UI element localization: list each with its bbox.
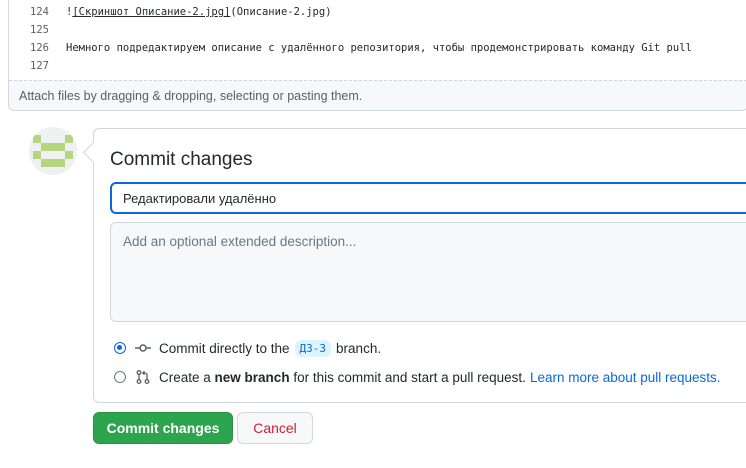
commit-changes-button[interactable]: Commit changes <box>93 412 233 444</box>
image-link-target: (Описание-2.jpg) <box>230 6 332 18</box>
git-commit-icon <box>135 340 151 356</box>
branch-name-badge: ДЗ-3 <box>294 339 332 357</box>
line-number: 125 <box>30 24 49 36</box>
line-content: ![Скриншот Описание-2.jpg](Описание-2.jp… <box>66 6 332 18</box>
code-line: 127 <box>9 58 746 76</box>
line-number: 126 <box>30 42 49 54</box>
image-link-text: [Скриншот Описание-2.jpg] <box>72 6 231 18</box>
avatar[interactable] <box>29 127 77 175</box>
code-line: 126 Немного подредактируем описание с уд… <box>9 40 746 58</box>
commit-direct-radio[interactable] <box>114 342 126 354</box>
file-editor[interactable]: 124 ![Скриншот Описание-2.jpg](Описание-… <box>8 0 746 111</box>
cancel-button[interactable]: Cancel <box>237 412 313 444</box>
code-lines[interactable]: 124 ![Скриншот Описание-2.jpg](Описание-… <box>9 0 746 80</box>
new-branch-radio[interactable] <box>114 371 126 383</box>
attach-files-bar[interactable]: Attach files by dragging & dropping, sel… <box>9 80 746 110</box>
commit-title: Commit changes <box>110 149 253 170</box>
commit-summary-input[interactable] <box>110 182 746 214</box>
commit-direct-option[interactable]: Commit directly to the ДЗ-3 branch. <box>114 338 381 358</box>
code-line: 125 <box>9 22 746 40</box>
commit-description-input[interactable] <box>110 222 746 322</box>
line-content: Немного подредактируем описание с удалён… <box>66 42 692 54</box>
new-branch-label-suffix: for this commit and start a pull request… <box>293 369 526 385</box>
identicon-avatar-icon <box>29 127 77 175</box>
git-pull-request-icon <box>135 369 151 385</box>
pull-request-help-link[interactable]: Learn more about pull requests. <box>530 370 721 385</box>
new-branch-option[interactable]: Create a new branch for this commit and … <box>114 367 721 387</box>
commit-direct-label-suffix: branch. <box>336 340 382 356</box>
code-line: 124 ![Скриншот Описание-2.jpg](Описание-… <box>9 4 746 22</box>
commit-direct-label: Commit directly to the <box>159 340 290 356</box>
new-branch-label-bold: new branch <box>214 369 290 385</box>
line-number: 124 <box>30 6 49 18</box>
new-branch-label: Create a <box>159 369 211 385</box>
line-number: 127 <box>30 60 49 72</box>
